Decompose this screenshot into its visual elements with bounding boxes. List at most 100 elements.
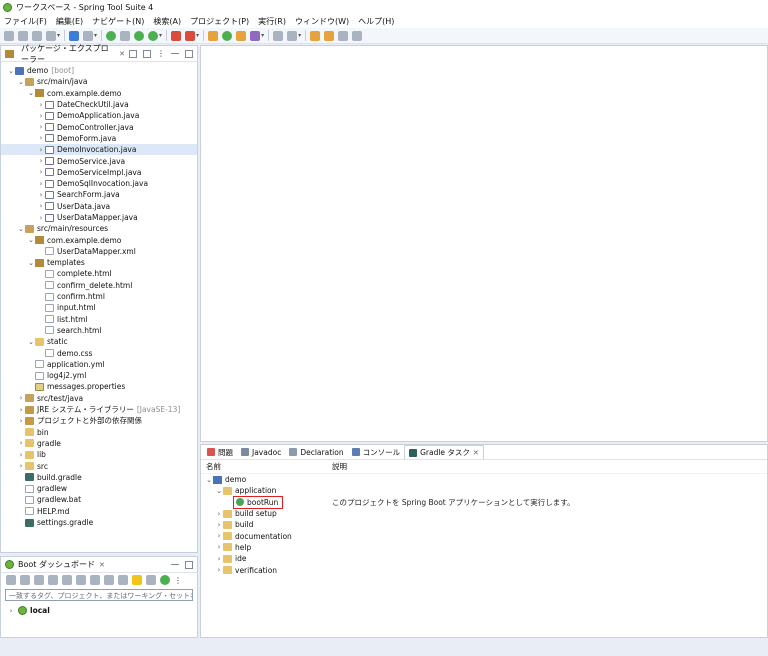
tree-item[interactable]: › プロジェクトと外部の依存関係 [1, 415, 197, 426]
open-perspective-icon[interactable] [352, 30, 363, 41]
chevron-right-icon[interactable]: › [37, 168, 45, 176]
tree-item[interactable]: list.html [1, 314, 197, 325]
chevron-right-icon[interactable]: › [37, 112, 45, 120]
close-icon[interactable]: ✕ [473, 449, 479, 457]
menu-item[interactable]: 検索(A) [153, 16, 181, 27]
tree-item[interactable]: › DemoForm.java [1, 133, 197, 144]
next-annotation-icon[interactable] [287, 30, 298, 41]
tab-declaration[interactable]: Declaration [285, 445, 347, 459]
package-explorer-title[interactable]: パッケージ・エクスプローラー [21, 43, 115, 65]
dropdown-caret-icon[interactable]: ▾ [261, 32, 264, 39]
tree-item[interactable]: › DemoController.java [1, 121, 197, 132]
open-browser-icon[interactable] [62, 575, 72, 585]
dropdown-caret-icon[interactable]: ▾ [298, 32, 301, 39]
chevron-right-icon[interactable]: › [37, 134, 45, 142]
chevron-right-icon[interactable]: › [37, 157, 45, 165]
tree-item[interactable]: ⌄ demo [boot] [1, 65, 197, 76]
tree-item[interactable]: › DemoSqlInvocation.java [1, 178, 197, 189]
editor-area[interactable] [200, 45, 768, 442]
chevron-right-icon[interactable]: › [17, 462, 25, 470]
chevron-right-icon[interactable]: › [37, 180, 45, 188]
tree-item[interactable]: demo.css [1, 347, 197, 358]
chevron-right-icon[interactable]: › [215, 510, 223, 518]
prev-annotation-icon[interactable] [310, 30, 321, 41]
tree-item[interactable]: input.html [1, 302, 197, 313]
chevron-right-icon[interactable]: › [215, 543, 223, 551]
column-name-header[interactable]: 名前 [206, 461, 332, 472]
gradle-task-row[interactable]: › verification [201, 564, 767, 575]
save-all-icon[interactable] [32, 30, 42, 41]
minimize-icon[interactable] [171, 563, 179, 566]
external-tools-icon[interactable] [185, 30, 196, 41]
tree-item[interactable]: settings.gradle [1, 517, 197, 528]
tree-item[interactable]: confirm.html [1, 291, 197, 302]
tree-item[interactable]: › DemoApplication.java [1, 110, 197, 121]
chevron-down-icon[interactable]: ⌄ [27, 338, 35, 346]
debug-icon[interactable] [120, 30, 131, 41]
tree-item[interactable]: UserDataMapper.xml [1, 246, 197, 257]
tree-item[interactable]: › JRE システム・ライブラリー [JavaSE-13] [1, 404, 197, 415]
tree-item[interactable]: › UserDataMapper.java [1, 212, 197, 223]
new-class-icon[interactable] [222, 30, 233, 41]
debug-restart-icon[interactable] [20, 575, 30, 585]
dropdown-caret-icon[interactable]: ▾ [57, 32, 60, 39]
gradle-task-row[interactable]: › documentation [201, 530, 767, 541]
run-icon[interactable] [134, 30, 145, 41]
back-icon[interactable] [324, 30, 335, 41]
boot-run-icon[interactable] [106, 30, 117, 41]
chevron-right-icon[interactable]: › [215, 555, 223, 563]
forward-icon[interactable] [338, 30, 349, 41]
chevron-down-icon[interactable]: ⌄ [17, 225, 25, 233]
chevron-right-icon[interactable]: › [215, 532, 223, 540]
coverage-icon[interactable] [148, 30, 159, 41]
menu-item[interactable]: プロジェクト(P) [190, 16, 249, 27]
tree-item[interactable]: ⌄ com.example.demo [1, 88, 197, 99]
chevron-right-icon[interactable]: › [17, 451, 25, 459]
chevron-right-icon[interactable]: › [17, 406, 25, 414]
tree-item[interactable]: › DemoService.java [1, 155, 197, 166]
tree-item[interactable]: messages.properties [1, 381, 197, 392]
add-icon[interactable] [160, 575, 170, 585]
tree-item[interactable]: ⌄ templates [1, 257, 197, 268]
chevron-down-icon[interactable]: ⌄ [27, 89, 35, 97]
tree-item[interactable]: log4j2.yml [1, 370, 197, 381]
boot-dashboard-title[interactable]: Boot ダッシュボード [18, 559, 95, 570]
tree-item[interactable]: ⌄ src/main/resources [1, 223, 197, 234]
tree-item[interactable]: ⌄ src/main/java [1, 76, 197, 87]
tree-item[interactable]: application.yml [1, 359, 197, 370]
tree-item[interactable]: complete.html [1, 268, 197, 279]
open-type-icon[interactable] [236, 30, 247, 41]
close-icon[interactable]: ✕ [119, 50, 125, 58]
filter-icon[interactable] [146, 575, 156, 585]
gradle-task-row[interactable]: ⌄ application [201, 485, 767, 496]
chevron-right-icon[interactable]: › [37, 191, 45, 199]
gradle-task-row[interactable]: › build setup [201, 508, 767, 519]
menu-item[interactable]: 編集(E) [56, 16, 83, 27]
tree-item[interactable]: › SearchForm.java [1, 189, 197, 200]
chevron-down-icon[interactable]: ⌄ [7, 67, 15, 75]
menu-item[interactable]: 実行(R) [258, 16, 286, 27]
link-icon[interactable] [76, 575, 86, 585]
chevron-down-icon[interactable]: ⌄ [27, 236, 35, 244]
minimize-icon[interactable] [171, 52, 179, 55]
lightbulb-icon[interactable] [132, 575, 142, 585]
menu-item[interactable]: ウィンドウ(W) [295, 16, 349, 27]
local-target-row[interactable]: › local [1, 603, 197, 618]
properties-icon[interactable] [118, 575, 128, 585]
terminal-icon[interactable] [69, 30, 80, 41]
tree-item[interactable]: ⌄ static [1, 336, 197, 347]
boot-dashboard-search-input[interactable]: 一致するタグ、プロジェクト、またはワーキング・セット名を入力して [5, 589, 193, 601]
tree-item[interactable]: › src [1, 460, 197, 471]
menu-item[interactable]: ヘルプ(H) [358, 16, 394, 27]
tree-item[interactable]: › src/test/java [1, 393, 197, 404]
chevron-right-icon[interactable]: › [37, 202, 45, 210]
print-icon[interactable] [46, 30, 56, 41]
view-menu-icon[interactable]: ⋮ [157, 49, 165, 58]
tab-problems[interactable]: 問題 [203, 445, 237, 459]
tree-item[interactable]: › lib [1, 449, 197, 460]
new-icon[interactable] [4, 30, 14, 41]
gradle-task-row[interactable]: › help [201, 542, 767, 553]
chevron-right-icon[interactable]: › [215, 521, 223, 529]
save-icon[interactable] [18, 30, 28, 41]
pin-icon[interactable] [273, 30, 284, 41]
